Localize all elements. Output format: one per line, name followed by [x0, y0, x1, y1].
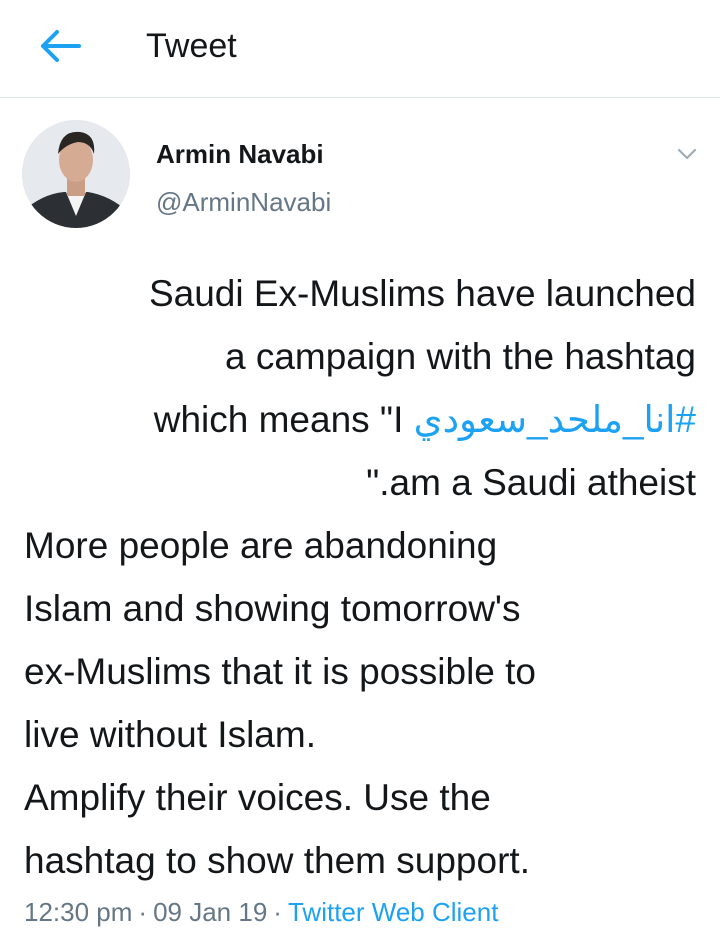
tweet-author: Armin Navabi @ArminNavabi	[22, 120, 702, 230]
tweet-line: Saudi Ex-Muslims have launched	[148, 273, 696, 314]
tweet-metadata: 12:30 pm · 09 Jan 19 · Twitter Web Client	[24, 895, 498, 929]
tweet-text: Saudi Ex-Muslims have launched a campaig…	[24, 262, 696, 892]
author-handle[interactable]: @ArminNavabi	[156, 186, 331, 218]
avatar-photo	[22, 120, 130, 228]
tweet-line: a campaign with the hashtag	[224, 336, 696, 377]
tweet-line: ".am a Saudi atheist	[366, 462, 696, 503]
tweet-line-text: which means "I	[153, 399, 414, 440]
avatar[interactable]	[22, 120, 130, 228]
tweet-date: 09 Jan 19	[153, 897, 268, 927]
author-display-name[interactable]: Armin Navabi	[156, 138, 324, 170]
tweet-line: ex-Muslims that it is possible to	[24, 651, 537, 692]
tweet-menu-button[interactable]	[672, 142, 702, 166]
client-link[interactable]: Twitter Web Client	[288, 897, 498, 927]
arrow-left-icon	[41, 30, 81, 62]
tweet-line: which means "I #انا_ملحد_سعودي	[24, 388, 696, 451]
tweet-time: 12:30 pm	[24, 897, 133, 927]
tweet-line: More people are abandoning	[24, 525, 498, 566]
separator: ·	[273, 897, 282, 927]
chevron-down-icon	[677, 148, 697, 160]
tweet-line: live without Islam.	[24, 714, 316, 755]
back-button[interactable]	[30, 22, 90, 70]
top-app-bar: Tweet	[0, 0, 720, 98]
page-title: Tweet	[146, 27, 237, 65]
tweet-line: hashtag to show them support.	[24, 840, 530, 881]
tweet-line: Amplify their voices. Use the	[24, 777, 491, 818]
separator: ·	[138, 897, 148, 927]
hashtag-link[interactable]: #انا_ملحد_سعودي	[414, 399, 696, 440]
tweet-line: Islam and showing tomorrow's	[24, 588, 521, 629]
